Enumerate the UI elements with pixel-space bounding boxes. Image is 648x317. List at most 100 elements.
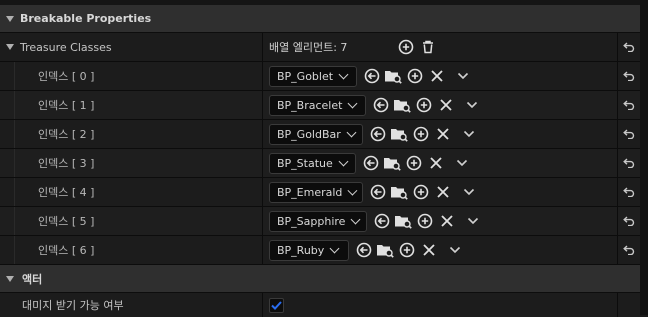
- element-value-cell: BP_Goblet: [262, 62, 617, 90]
- collapse-arrow-icon[interactable]: [6, 275, 14, 282]
- element-options-button[interactable]: [454, 67, 472, 85]
- x-icon: [441, 215, 453, 227]
- element-options-button[interactable]: [460, 125, 478, 143]
- chevron-down-icon: [457, 72, 469, 80]
- class-picker-combo[interactable]: BP_Emerald: [269, 181, 363, 203]
- browse-asset-button[interactable]: [394, 212, 412, 230]
- class-picker-value: BP_GoldBar: [277, 127, 341, 141]
- browse-asset-button[interactable]: [376, 241, 394, 259]
- browse-asset-button[interactable]: [390, 183, 408, 201]
- use-selected-button[interactable]: [369, 125, 387, 143]
- element-options-button[interactable]: [463, 96, 481, 114]
- insert-element-button[interactable]: [416, 212, 434, 230]
- element-value-cell: BP_Statue: [262, 149, 617, 177]
- use-selected-button[interactable]: [369, 183, 387, 201]
- arrow-left-circle-icon: [370, 126, 386, 142]
- section-breakable-properties[interactable]: Breakable Properties: [0, 5, 640, 33]
- reset-element[interactable]: [617, 207, 640, 235]
- class-picker-combo[interactable]: BP_GoldBar: [269, 123, 363, 145]
- treasure-element-row: 인덱스 [ 6 ] BP_Ruby: [0, 236, 640, 265]
- insert-element-button[interactable]: [405, 154, 423, 172]
- reset-element[interactable]: [617, 236, 640, 264]
- expand-arrow-icon[interactable]: [6, 44, 14, 50]
- element-options-button[interactable]: [453, 154, 471, 172]
- element-options-button[interactable]: [446, 241, 464, 259]
- chevron-down-icon: [466, 101, 478, 109]
- insert-element-button[interactable]: [412, 125, 430, 143]
- x-icon: [430, 157, 442, 169]
- add-element-button[interactable]: [397, 38, 415, 56]
- browse-asset-button[interactable]: [383, 154, 401, 172]
- reset-arrow-icon: [623, 100, 635, 110]
- folder-search-icon: [391, 129, 408, 142]
- reset-element[interactable]: [617, 149, 640, 177]
- element-options-button[interactable]: [464, 212, 482, 230]
- arrow-left-circle-icon: [374, 213, 390, 229]
- treasure-element-row: 인덱스 [ 5 ] BP_Sapphire: [0, 207, 640, 236]
- reset-element[interactable]: [617, 178, 640, 206]
- reset-arrow-icon: [623, 216, 635, 226]
- folder-search-icon: [394, 100, 411, 113]
- can-be-damaged-checkbox[interactable]: [269, 297, 284, 313]
- class-picker-combo[interactable]: BP_Ruby: [269, 239, 349, 261]
- browse-asset-button[interactable]: [390, 125, 408, 143]
- trash-icon: [423, 40, 434, 54]
- class-picker-combo[interactable]: BP_Goblet: [269, 65, 357, 87]
- chevron-down-icon: [449, 246, 461, 254]
- insert-element-button[interactable]: [412, 183, 430, 201]
- element-value-cell: BP_Emerald: [262, 178, 617, 206]
- element-options-button[interactable]: [460, 183, 478, 201]
- element-index-label: 인덱스 [ 4 ]: [38, 186, 95, 199]
- browse-asset-button[interactable]: [384, 67, 402, 85]
- class-picker-combo[interactable]: BP_Bracelet: [269, 94, 366, 116]
- element-value-cell: BP_GoldBar: [262, 120, 617, 148]
- insert-element-button[interactable]: [398, 241, 416, 259]
- reset-element[interactable]: [617, 62, 640, 90]
- reset-can-be-damaged: [617, 293, 640, 317]
- remove-element-button[interactable]: [427, 154, 445, 172]
- plus-circle-icon: [413, 126, 429, 142]
- browse-asset-button[interactable]: [393, 96, 411, 114]
- element-index-label: 인덱스 [ 0 ]: [38, 70, 95, 83]
- use-selected-button[interactable]: [355, 241, 373, 259]
- use-selected-button[interactable]: [363, 67, 381, 85]
- chevron-down-icon: [338, 69, 349, 79]
- use-selected-button[interactable]: [373, 212, 391, 230]
- remove-element-button[interactable]: [437, 96, 455, 114]
- reset-arrow-icon: [623, 158, 635, 168]
- element-name-cell: 인덱스 [ 3 ]: [0, 149, 262, 177]
- use-selected-button[interactable]: [372, 96, 390, 114]
- reset-element[interactable]: [617, 120, 640, 148]
- arrow-left-circle-icon: [373, 97, 389, 113]
- clear-elements-button[interactable]: [419, 38, 437, 56]
- indent-guide: [14, 149, 15, 177]
- section-actor[interactable]: 액터: [0, 265, 640, 293]
- reset-arrow-icon: [623, 245, 635, 255]
- reset-treasure-classes[interactable]: [617, 33, 640, 61]
- remove-element-button[interactable]: [434, 183, 452, 201]
- arrow-left-circle-icon: [370, 184, 386, 200]
- plus-circle-icon: [407, 68, 423, 84]
- indent-guide: [14, 236, 15, 264]
- remove-element-button[interactable]: [428, 67, 446, 85]
- treasure-element-row: 인덱스 [ 2 ] BP_GoldBar: [0, 120, 640, 149]
- remove-element-button[interactable]: [438, 212, 456, 230]
- chevron-down-icon: [463, 130, 475, 138]
- element-name-cell: 인덱스 [ 6 ]: [0, 236, 262, 264]
- remove-element-button[interactable]: [420, 241, 438, 259]
- scrollbar[interactable]: [640, 0, 648, 315]
- x-icon: [437, 186, 449, 198]
- class-picker-combo[interactable]: BP_Sapphire: [269, 210, 367, 232]
- reset-element[interactable]: [617, 91, 640, 119]
- folder-search-icon: [377, 245, 394, 258]
- treasure-element-row: 인덱스 [ 4 ] BP_Emerald: [0, 178, 640, 207]
- x-icon: [431, 70, 443, 82]
- class-picker-value: BP_Bracelet: [277, 98, 343, 112]
- use-selected-button[interactable]: [362, 154, 380, 172]
- insert-element-button[interactable]: [406, 67, 424, 85]
- class-picker-combo[interactable]: BP_Statue: [269, 152, 356, 174]
- insert-element-button[interactable]: [415, 96, 433, 114]
- remove-element-button[interactable]: [434, 125, 452, 143]
- arrow-left-circle-icon: [364, 68, 380, 84]
- collapse-arrow-icon[interactable]: [6, 15, 14, 22]
